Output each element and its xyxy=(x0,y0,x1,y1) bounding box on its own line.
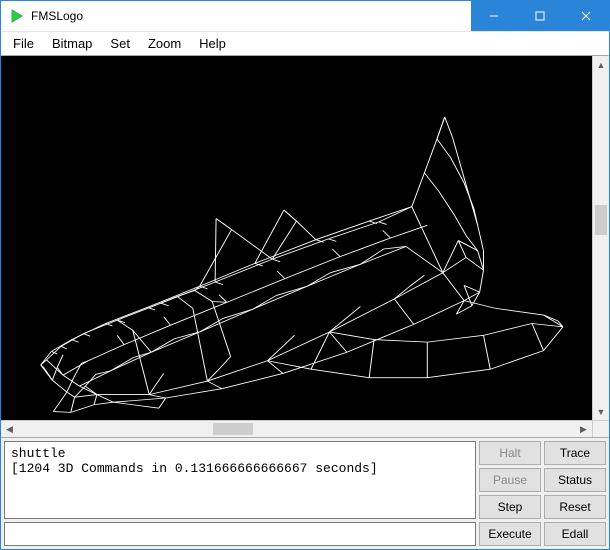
button-panel: Halt Trace Pause Status Step Reset Execu… xyxy=(479,438,609,549)
app-icon xyxy=(9,8,25,24)
main-area: ▲ ▼ ◀ ▶ xyxy=(1,55,609,437)
menu-help[interactable]: Help xyxy=(191,34,234,53)
hscroll-track[interactable] xyxy=(18,421,575,437)
app-window: FMSLogo File Bitmap Set Zoom Help ▲ xyxy=(0,0,610,550)
reset-button[interactable]: Reset xyxy=(544,495,606,519)
minimize-button[interactable] xyxy=(471,1,517,31)
menubar: File Bitmap Set Zoom Help xyxy=(1,31,609,55)
status-button[interactable]: Status xyxy=(544,468,606,492)
close-button[interactable] xyxy=(563,1,609,31)
execute-button[interactable]: Execute xyxy=(479,522,541,546)
pause-button[interactable]: Pause xyxy=(479,468,541,492)
edall-button[interactable]: Edall xyxy=(544,522,606,546)
scroll-up-arrow[interactable]: ▲ xyxy=(593,56,609,73)
drawing-canvas[interactable] xyxy=(1,56,592,420)
menu-set[interactable]: Set xyxy=(102,34,138,53)
window-controls xyxy=(471,1,609,31)
scroll-right-arrow[interactable]: ▶ xyxy=(575,421,592,437)
trace-button[interactable]: Trace xyxy=(544,441,606,465)
commander-left: shuttle [1204 3D Commands in 0.131666666… xyxy=(1,438,479,549)
vscroll-track[interactable] xyxy=(593,73,609,403)
scroll-down-arrow[interactable]: ▼ xyxy=(593,403,609,420)
halt-button[interactable]: Halt xyxy=(479,441,541,465)
canvas-area: ▲ ▼ xyxy=(1,56,609,420)
scroll-left-arrow[interactable]: ◀ xyxy=(1,421,18,437)
commander-input[interactable] xyxy=(4,522,476,546)
vscroll-thumb[interactable] xyxy=(595,205,607,235)
vertical-scrollbar[interactable]: ▲ ▼ xyxy=(592,56,609,420)
scroll-corner xyxy=(592,421,609,437)
menu-bitmap[interactable]: Bitmap xyxy=(44,34,100,53)
menu-zoom[interactable]: Zoom xyxy=(140,34,189,53)
titlebar: FMSLogo xyxy=(1,1,609,31)
commander-history[interactable]: shuttle [1204 3D Commands in 0.131666666… xyxy=(4,441,476,519)
menu-file[interactable]: File xyxy=(5,34,42,53)
window-title: FMSLogo xyxy=(31,9,471,23)
hscroll-thumb[interactable] xyxy=(213,423,253,435)
step-button[interactable]: Step xyxy=(479,495,541,519)
wireframe-drawing xyxy=(1,56,592,420)
commander-panel: shuttle [1204 3D Commands in 0.131666666… xyxy=(1,437,609,549)
maximize-button[interactable] xyxy=(517,1,563,31)
horizontal-scrollbar[interactable]: ◀ ▶ xyxy=(1,420,609,437)
